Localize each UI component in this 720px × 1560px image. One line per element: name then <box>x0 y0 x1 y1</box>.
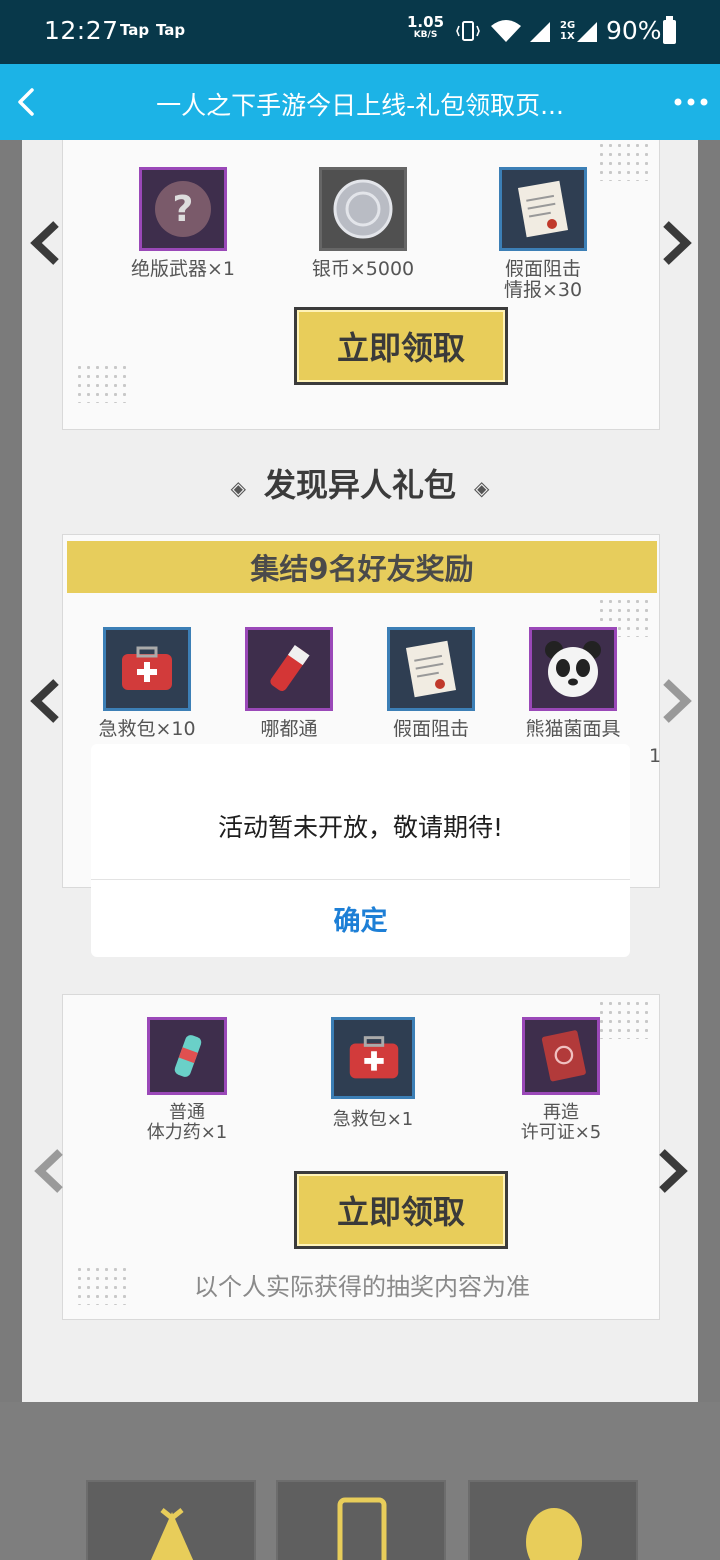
battery-icon <box>663 16 676 44</box>
first-aid-kit-icon <box>122 646 172 690</box>
network-speed: 1.05 KB/S <box>407 13 445 41</box>
decor-dots <box>75 363 129 403</box>
disclaimer-note: 以个人实际获得的抽奖内容为准 <box>194 1273 530 1301</box>
title-bar: 一人之下手游今日上线-礼包领取页... <box>0 64 720 140</box>
first-aid-kit-icon <box>349 1036 399 1079</box>
gift-item: 熊猫菌面具 <box>503 627 643 740</box>
cell-signal-icon <box>577 22 597 42</box>
item-frame <box>529 627 617 711</box>
item-frame <box>245 627 333 711</box>
cell-signal-icon <box>530 22 550 42</box>
item-frame <box>331 1017 415 1099</box>
vibrate-icon <box>456 21 480 41</box>
battery-percent: 90% <box>606 16 662 45</box>
item-frame <box>319 167 407 251</box>
svg-text:?: ? <box>173 189 194 230</box>
carousel-prev-arrow[interactable] <box>30 1146 70 1196</box>
gift-item: 急救包×1 <box>303 1017 443 1130</box>
page-title: 一人之下手游今日上线-礼包领取页... <box>156 91 564 120</box>
claim-button[interactable]: 立即领取 <box>294 1171 508 1249</box>
potion-vial-icon <box>270 644 310 692</box>
carousel-next-arrow[interactable] <box>656 676 696 726</box>
carousel-next-arrow[interactable] <box>652 1146 692 1196</box>
notification-tap-icon: Tap <box>156 21 186 39</box>
item-frame <box>387 627 475 711</box>
alert-dialog: 活动暂未开放，敬请期待! 确定 <box>91 744 630 957</box>
panda-mask-icon <box>545 641 601 697</box>
more-dots-icon[interactable] <box>672 92 710 112</box>
intel-document-icon <box>405 640 457 698</box>
item-frame <box>522 1017 600 1095</box>
gift-item: 银币×5000 <box>293 167 433 280</box>
silver-coin-icon <box>333 179 393 239</box>
dialog-message: 活动暂未开放，敬请期待! <box>217 813 504 842</box>
stamina-potion-icon <box>174 1035 202 1077</box>
mystery-weapon-icon: ? <box>155 181 211 237</box>
nav-tile-phone[interactable] <box>276 1480 446 1560</box>
item-frame: ? <box>139 167 227 251</box>
section-title: ◈ 发现异人礼包 ◈ <box>230 466 490 504</box>
gift-pack-card: ? 绝版武器×1 银币×5000 假面阻击 情报×30 立即领取 <box>62 140 660 430</box>
diamond-icon: ◈ <box>474 475 490 500</box>
intel-document-icon <box>517 180 569 238</box>
wifi-icon <box>491 20 521 42</box>
notification-tap-icon: Tap <box>120 21 150 39</box>
item-frame <box>147 1017 227 1095</box>
gift-item: 急救包×10 <box>77 627 217 740</box>
carousel-prev-arrow[interactable] <box>26 676 66 726</box>
qq-icon <box>526 1508 582 1560</box>
gift-pack-card: 普通 体力药×1 急救包×1 再造 许可证×5 立即领取 以个人实际获得的抽奖内… <box>62 994 660 1320</box>
clock: 12:27 <box>44 16 119 45</box>
status-bar: 12:27 Tap Tap 1.05 KB/S 2G 1X 90% <box>0 0 720 64</box>
item-frame <box>103 627 191 711</box>
permit-book-icon <box>541 1030 586 1082</box>
gift-item: 再造 许可证×5 <box>491 1017 631 1143</box>
claim-button[interactable]: 立即领取 <box>294 307 508 385</box>
gift-bag-icon <box>150 1508 194 1560</box>
confirm-button[interactable]: 确定 <box>91 880 630 957</box>
network-type: 2G 1X <box>560 20 576 42</box>
item-frame <box>499 167 587 251</box>
phone-icon <box>337 1497 387 1560</box>
gift-item: 假面阻击 情报×30 <box>473 167 613 301</box>
diamond-icon: ◈ <box>230 475 246 500</box>
chevron-left-icon[interactable] <box>10 82 50 122</box>
carousel-next-arrow[interactable] <box>656 218 696 268</box>
gift-item: 假面阻击 <box>361 627 501 740</box>
gift-banner: 集结9名好友奖励 <box>67 541 657 593</box>
gift-item: 普通 体力药×1 <box>117 1017 257 1143</box>
nav-tile-gift[interactable] <box>86 1480 256 1560</box>
gift-item: ? 绝版武器×1 <box>113 167 253 280</box>
gift-item: 哪都通 <box>219 627 359 740</box>
nav-tile-qq[interactable] <box>468 1480 638 1560</box>
partial-label: 1 <box>649 745 662 767</box>
carousel-prev-arrow[interactable] <box>26 218 66 268</box>
